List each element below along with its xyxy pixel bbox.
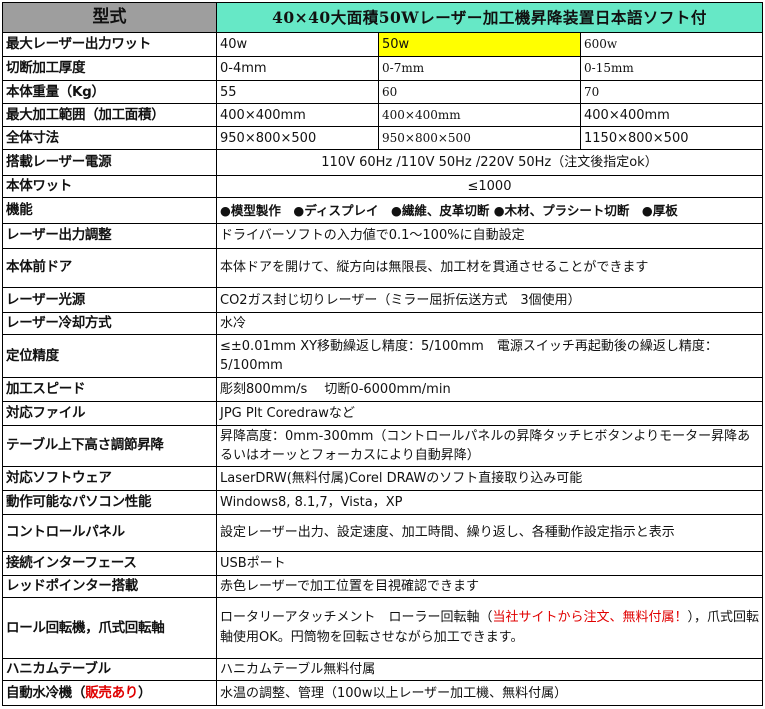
table-row: 最大加工範囲（加工面積） 400×400mm 400×400mm 400×400… xyxy=(2,103,763,127)
chiller-label-a: 自動水冷機（ xyxy=(6,684,86,701)
table-row: ハニカムテーブル ハニカムテーブル無料付属 xyxy=(2,657,763,682)
row-label: 接続インターフェース xyxy=(2,551,217,576)
cell-value: 0-7mm xyxy=(378,56,581,81)
row-label: 本体前ドア xyxy=(2,247,217,289)
cell-value: ●模型製作 ●ディスプレイ ●繊維、皮革切断 ●木材、プラシート切断 ●厚板 xyxy=(216,197,763,224)
cell-value: ハニカムテーブル無料付属 xyxy=(216,657,763,682)
table-row: ロール回転機，爪式回転軸 ロータリーアタッチメント ローラー回転軸（当社サイトか… xyxy=(2,597,763,659)
cell-value: 1150×800×500 xyxy=(580,125,763,151)
table-row: 全体寸法 950×800×500 950×800×500 1150×800×50… xyxy=(2,125,763,151)
table-row: コントロールパネル 設定レーザー出力、設定速度、加工時間、繰り返し、各種動作設定… xyxy=(2,513,763,553)
row-label: 最大レーザー出力ワット xyxy=(2,31,217,58)
cell-value: 55 xyxy=(216,79,379,105)
cell-value: 水冷 xyxy=(216,311,763,336)
row-label: 自動水冷機（販売あり） xyxy=(2,680,217,706)
row-label: レーザー光源 xyxy=(2,287,217,313)
table-row: テーブル上下高さ調節昇降 昇降高度：0mm-300mm（コントロールパネルの昇降… xyxy=(2,424,763,468)
row-label: 機能 xyxy=(2,197,217,224)
row-label: 本体重量（Kg） xyxy=(2,79,217,105)
row-label: 全体寸法 xyxy=(2,125,217,151)
cell-value: 60 xyxy=(378,79,581,105)
row-label: テーブル上下高さ調節昇降 xyxy=(2,424,217,468)
table-row: レーザー光源 CO2ガス封じ切りレーザー（ミラー屈折伝送方式 3個使用） xyxy=(2,287,763,313)
cell-value: 0-15mm xyxy=(580,56,763,81)
cell-value: 赤色レーザーで加工位置を目視確認できます xyxy=(216,574,763,599)
table-row: 対応ファイル JPG Plt Coredrawなど xyxy=(2,400,763,426)
row-label: 切断加工厚度 xyxy=(2,56,217,81)
row-label: 最大加工範囲（加工面積） xyxy=(2,103,217,127)
row-label: 本体ワット xyxy=(2,174,217,199)
cell-value: 昇降高度：0mm-300mm（コントロールパネルの昇降タッチヒボタンよりモーター… xyxy=(216,424,763,468)
cell-value: 設定レーザー出力、設定速度、加工時間、繰り返し、各種動作設定指示と表示 xyxy=(216,513,763,553)
cell-value: USBポート xyxy=(216,551,763,576)
cell-value: 600w xyxy=(580,31,763,58)
cell-value: Windows8, 8.1,7，Vista，XP xyxy=(216,489,763,515)
cell-value: ドライバーソフトの入力値で0.1～100%に自動設定 xyxy=(216,222,763,249)
row-label: ロール回転機，爪式回転軸 xyxy=(2,597,217,659)
chiller-label-b: ） xyxy=(138,684,152,701)
cell-value: 400×400mm xyxy=(378,103,581,127)
table-row: レーザー冷却方式 水冷 xyxy=(2,311,763,336)
table-row: 動作可能なパソコン性能 Windows8, 8.1,7，Vista，XP xyxy=(2,489,763,515)
table-row: 本体重量（Kg） 55 60 70 xyxy=(2,79,763,105)
rotary-text-red: 当社サイトから注文、無料付属！ xyxy=(492,610,688,626)
table-row: レッドポインター搭載 赤色レーザーで加工位置を目視確認できます xyxy=(2,574,763,599)
table-row: 切断加工厚度 0-4mm 0-7mm 0-15mm xyxy=(2,56,763,81)
header-label: 型式 xyxy=(2,2,217,33)
cell-value: ≤±0.01mm XY移動繰返し精度：5/100mm 電源スイッチ再起動後の繰返… xyxy=(216,334,763,379)
table-row: 加工スピード 彫刻800mm/s 切断0-6000mm/min xyxy=(2,377,763,402)
cell-value: 950×800×500 xyxy=(378,125,581,151)
row-label: 搭載レーザー電源 xyxy=(2,149,217,176)
cell-value: 0-4mm xyxy=(216,56,379,81)
row-label: レーザー出力調整 xyxy=(2,222,217,249)
table-row: 本体前ドア 本体ドアを開けて、縦方向は無限長、加工材を貫通させることができます xyxy=(2,247,763,289)
table-row: 対応ソフトウェア LaserDRW(無料付属)Corel DRAWのソフト直接取… xyxy=(2,466,763,491)
row-label: 対応ファイル xyxy=(2,400,217,426)
cell-value: 40w xyxy=(216,31,379,58)
cell-value: JPG Plt Coredrawなど xyxy=(216,400,763,426)
row-label: レーザー冷却方式 xyxy=(2,311,217,336)
header-title: 40×40大面積50Wレーザー加工機昇降装置日本語ソフト付 xyxy=(216,2,763,33)
table-row: 自動水冷機（販売あり） 水温の調整、管理（100w以上レーザー加工機、無料付属） xyxy=(2,680,763,706)
table-row: 接続インターフェース USBポート xyxy=(2,551,763,576)
table-row: 機能 ●模型製作 ●ディスプレイ ●繊維、皮革切断 ●木材、プラシート切断 ●厚… xyxy=(2,197,763,224)
row-label: 対応ソフトウェア xyxy=(2,466,217,491)
cell-value: 400×400mm xyxy=(580,103,763,127)
row-label: コントロールパネル xyxy=(2,513,217,553)
cell-value: LaserDRW(無料付属)Corel DRAWのソフト直接取り込み可能 xyxy=(216,466,763,491)
cell-value: ≤1000 xyxy=(216,174,763,199)
cell-value: 本体ドアを開けて、縦方向は無限長、加工材を貫通させることができます xyxy=(216,247,763,289)
cell-value: 70 xyxy=(580,79,763,105)
row-label: 定位精度 xyxy=(2,334,217,379)
cell-value: 110V 60Hz /110V 50Hz /220V 50Hz（注文後指定ok） xyxy=(216,149,763,176)
cell-value: 400×400mm xyxy=(216,103,379,127)
spec-table: 型式 40×40大面積50Wレーザー加工機昇降装置日本語ソフト付 最大レーザー出… xyxy=(2,2,763,706)
cell-value: CO2ガス封じ切りレーザー（ミラー屈折伝送方式 3個使用） xyxy=(216,287,763,313)
header-row: 型式 40×40大面積50Wレーザー加工機昇降装置日本語ソフト付 xyxy=(2,2,763,33)
row-label: レッドポインター搭載 xyxy=(2,574,217,599)
row-label: ハニカムテーブル xyxy=(2,657,217,682)
cell-value: 彫刻800mm/s 切断0-6000mm/min xyxy=(216,377,763,402)
table-row: 本体ワット ≤1000 xyxy=(2,174,763,199)
cell-value: ロータリーアタッチメント ローラー回転軸（当社サイトから注文、無料付属！），爪式… xyxy=(216,597,763,659)
table-row: 搭載レーザー電源 110V 60Hz /110V 50Hz /220V 50Hz… xyxy=(2,149,763,176)
row-label: 加工スピード xyxy=(2,377,217,402)
chiller-label-red: 販売あり xyxy=(85,684,139,701)
rotary-text-a: ロータリーアタッチメント ローラー回転軸（ xyxy=(220,610,493,626)
cell-value-highlighted: 50w xyxy=(378,31,581,58)
table-row: 定位精度 ≤±0.01mm XY移動繰返し精度：5/100mm 電源スイッチ再起… xyxy=(2,334,763,379)
table-row: レーザー出力調整 ドライバーソフトの入力値で0.1～100%に自動設定 xyxy=(2,222,763,249)
cell-value: 水温の調整、管理（100w以上レーザー加工機、無料付属） xyxy=(216,680,763,706)
cell-value: 950×800×500 xyxy=(216,125,379,151)
table-row: 最大レーザー出力ワット 40w 50w 600w xyxy=(2,31,763,58)
row-label: 動作可能なパソコン性能 xyxy=(2,489,217,515)
